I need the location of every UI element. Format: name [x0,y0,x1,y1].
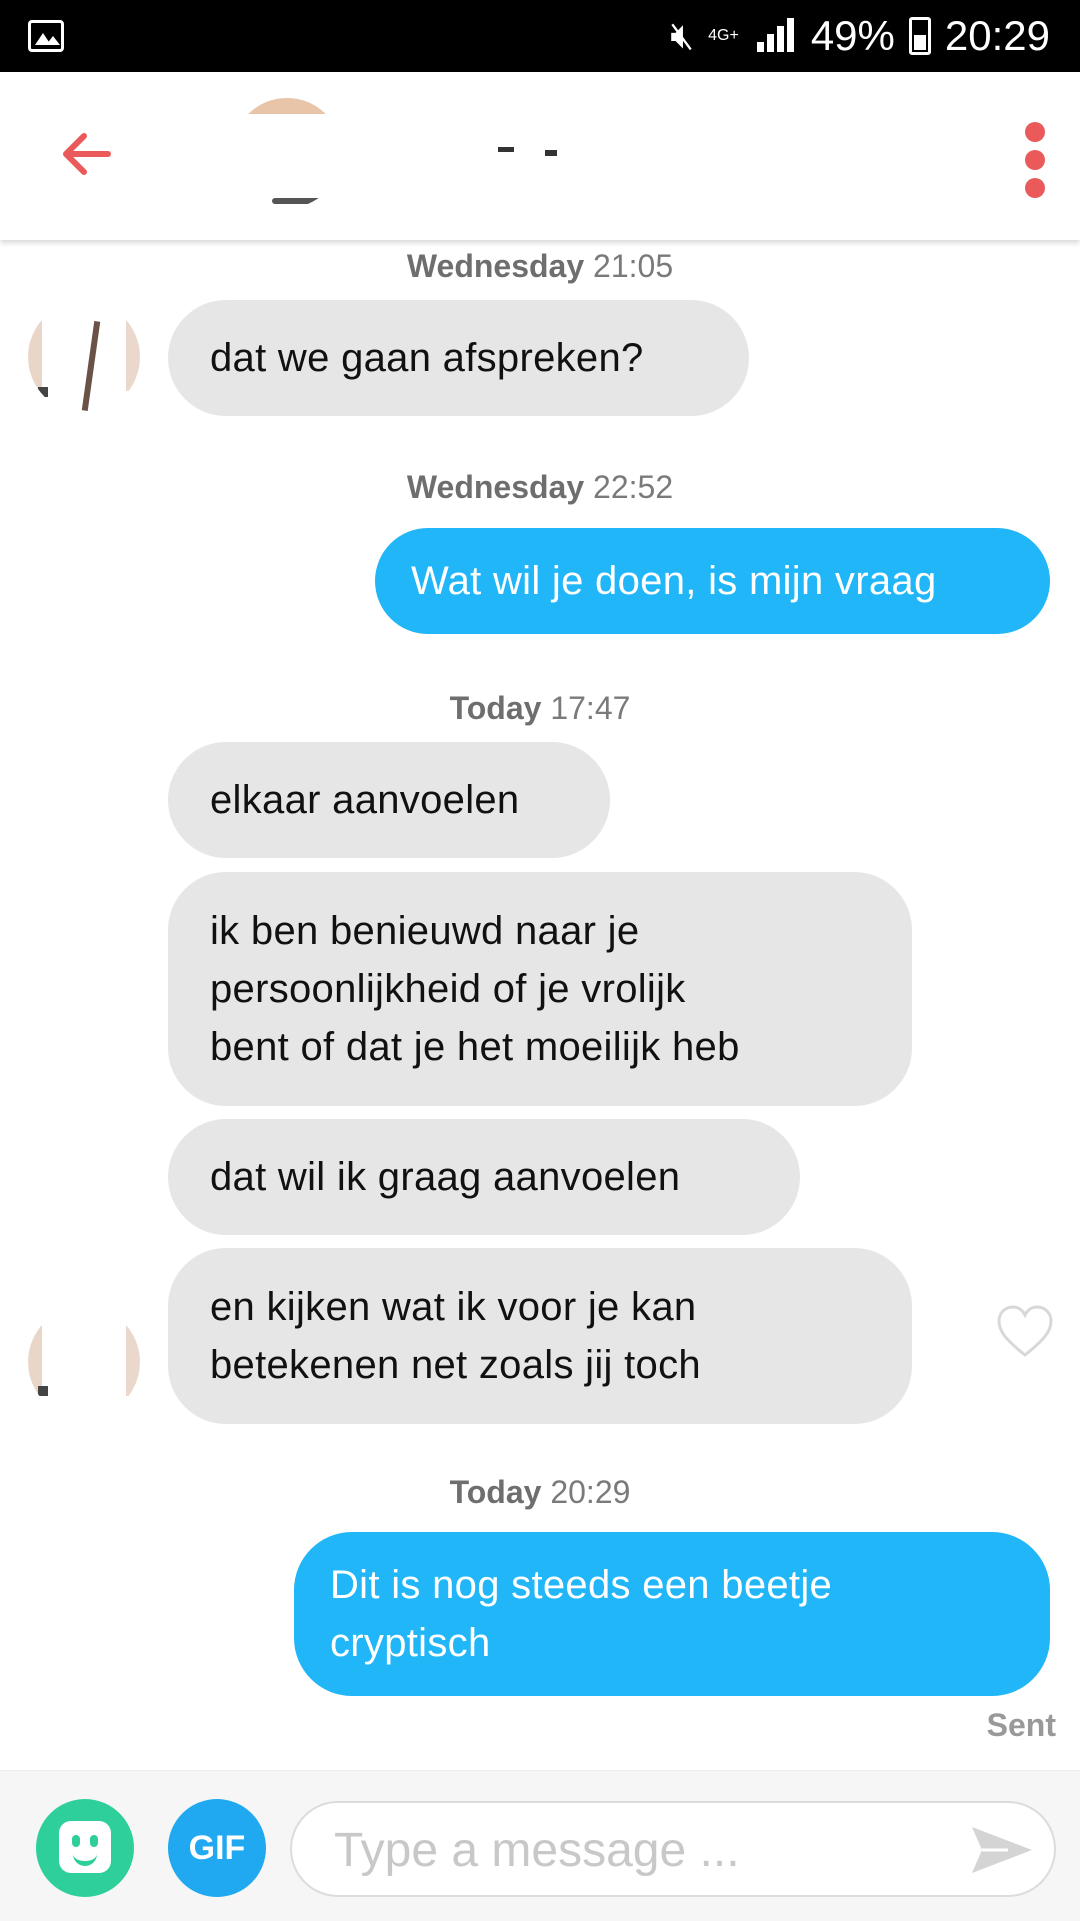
signal-icon [753,18,797,54]
match-name-redacted-mark [545,150,557,156]
battery-percent: 49% [810,12,895,59]
received-message: dat wil ik graag aanvoelen [168,1119,800,1235]
status-bar: 🔇︎ 4G+ 49% 20:29 [0,0,1080,72]
chat-header [0,72,1080,240]
avatar[interactable] [28,1306,140,1418]
battery-icon [908,17,931,55]
received-message: en kijken wat ik voor je kan betekenen n… [168,1248,912,1424]
match-name-redacted[interactable] [498,147,514,152]
received-message: elkaar aanvoelen [168,742,610,858]
clock: 20:29 [944,12,1050,59]
timestamp: Today 17:47 [449,690,631,726]
message-line: cryptisch [330,1621,491,1665]
message-line: ik ben benieuwd naar je [210,909,640,953]
message-line: Dit is nog steeds een beetje [330,1563,833,1607]
timestamp: Wednesday 22:52 [406,469,674,505]
sent-message: Dit is nog steeds een beetje cryptisch [294,1532,1050,1696]
message-input[interactable] [332,1803,936,1897]
message-line: bent of dat je het moeilijk heb [210,1025,740,1069]
gif-button[interactable]: GIF [168,1799,266,1897]
mute-icon: 🔇︎ [670,14,695,57]
status-icons: 🔇︎ 4G+ 49% 20:29 [670,0,1050,72]
send-icon[interactable] [968,1823,1036,1877]
compose-bar: GIF [0,1770,1080,1921]
message-input-container [290,1801,1056,1897]
received-message: ik ben benieuwd naar je persoonlijkheid … [168,872,912,1106]
like-heart-icon[interactable] [995,1303,1055,1359]
back-arrow-icon[interactable] [56,124,116,184]
sent-status: Sent [986,1707,1056,1743]
more-vert-icon[interactable] [1020,122,1050,202]
timestamp: Wednesday 21:05 [406,248,674,284]
received-message: dat we gaan afspreken? [168,300,749,416]
message-line: persoonlijkheid of je vrolijk [210,967,686,1011]
network-type: 4G+ [708,27,739,44]
sent-message: Wat wil je doen, is mijn vraag [375,528,1050,634]
message-line: en kijken wat ik voor je kan [210,1285,697,1329]
timestamp: Today 20:29 [449,1474,631,1510]
message-line: betekenen net zoals jij toch [210,1343,701,1387]
gallery-icon [28,20,64,52]
avatar[interactable] [28,301,140,413]
sticker-icon [59,1821,111,1873]
sticker-button[interactable] [36,1799,134,1897]
match-avatar[interactable] [232,98,342,208]
